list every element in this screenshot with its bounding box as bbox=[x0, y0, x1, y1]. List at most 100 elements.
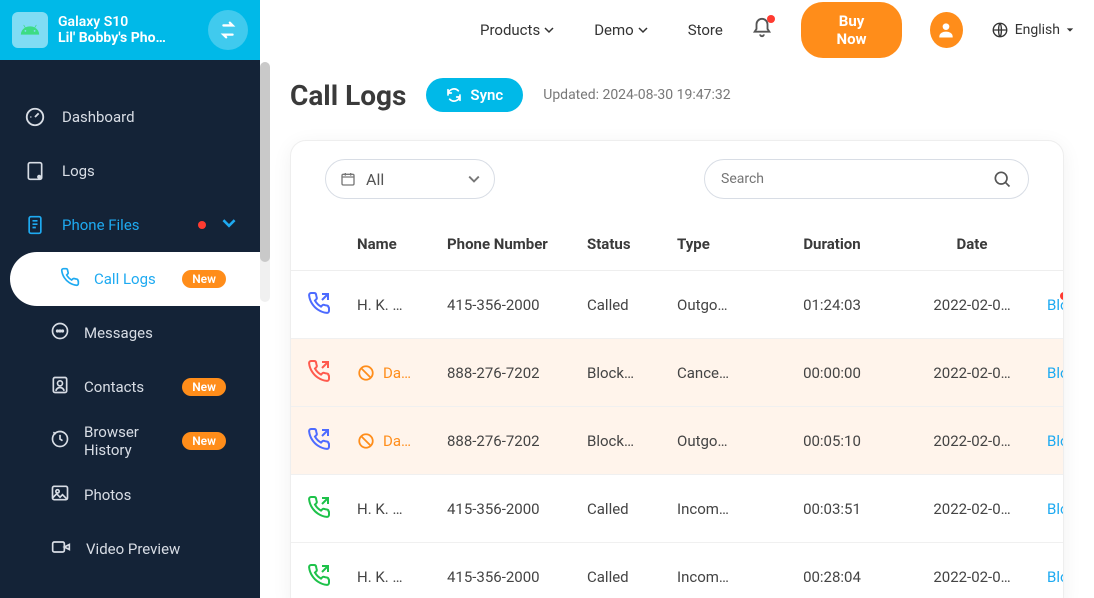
cell-date: 2022-02-0… bbox=[897, 296, 1047, 314]
table-row[interactable]: H. K. …415-356-2000CalledIncom…00:28:042… bbox=[291, 543, 1063, 598]
android-icon bbox=[12, 12, 48, 48]
sidebar-sub-video-preview[interactable]: Video Preview bbox=[0, 522, 260, 576]
notification-dot bbox=[767, 15, 775, 23]
top-bar: Products Demo Store Buy Now English bbox=[260, 0, 1094, 60]
sidebar-sub-photos[interactable]: Photos bbox=[0, 468, 260, 522]
cell-type: Cance… bbox=[677, 364, 767, 382]
photos-icon bbox=[50, 483, 70, 507]
dashboard-icon bbox=[24, 106, 46, 128]
call-type-icon bbox=[307, 563, 357, 591]
nav-demo[interactable]: Demo bbox=[594, 21, 648, 39]
sidebar: Dashboard Logs Phone Files Call LogsNewM… bbox=[0, 60, 260, 598]
cell-name: H. K. … bbox=[357, 296, 447, 314]
col-type: Type bbox=[677, 235, 767, 253]
cell-type: Outgo… bbox=[677, 296, 767, 314]
sidebar-item-logs[interactable]: Logs bbox=[0, 144, 260, 198]
cell-phone: 415-356-2000 bbox=[447, 500, 587, 518]
sync-label: Sync bbox=[470, 86, 503, 104]
cell-phone: 888-276-7202 bbox=[447, 432, 587, 450]
scrollbar[interactable] bbox=[260, 62, 270, 302]
block-link[interactable]: Block bbox=[1047, 432, 1064, 450]
search-box[interactable] bbox=[704, 159, 1029, 199]
cell-phone: 415-356-2000 bbox=[447, 296, 587, 314]
block-link[interactable]: Block bbox=[1047, 568, 1064, 586]
table-header: Name Phone Number Status Type Duration D… bbox=[291, 217, 1063, 271]
video-preview-icon bbox=[50, 537, 72, 561]
call-type-icon bbox=[307, 427, 357, 455]
cell-type: Outgo… bbox=[677, 432, 767, 450]
sidebar-sub-call-logs[interactable]: Call LogsNew bbox=[10, 252, 260, 306]
new-badge: New bbox=[182, 378, 226, 396]
cell-type: Incom… bbox=[677, 568, 767, 586]
language-selector[interactable]: English bbox=[991, 21, 1074, 39]
call-type-icon bbox=[307, 359, 357, 387]
nav-store-label: Store bbox=[688, 21, 723, 39]
cell-duration: 00:03:51 bbox=[767, 500, 897, 518]
logs-icon bbox=[24, 161, 46, 181]
device-model: Galaxy S10 bbox=[58, 14, 198, 30]
device-info: Galaxy S10 Lil' Bobby's Pho… bbox=[58, 14, 198, 46]
block-link[interactable]: Block bbox=[1047, 296, 1064, 314]
search-input[interactable] bbox=[721, 171, 982, 187]
cell-duration: 00:05:10 bbox=[767, 432, 897, 450]
messages-icon bbox=[50, 321, 70, 345]
phone-files-icon bbox=[24, 214, 46, 236]
cell-name: H. K. … bbox=[357, 500, 447, 518]
sub-item-label: Contacts bbox=[84, 378, 144, 396]
sidebar-sub-contacts[interactable]: Contacts New bbox=[0, 360, 260, 414]
call-type-icon bbox=[307, 495, 357, 523]
sidebar-sub-messages[interactable]: Messages bbox=[0, 306, 260, 360]
call-type-icon bbox=[307, 291, 357, 319]
switch-device-button[interactable] bbox=[208, 10, 248, 50]
cell-duration: 00:28:04 bbox=[767, 568, 897, 586]
col-phone: Phone Number bbox=[447, 235, 587, 253]
sidebar-phone-files-label: Phone Files bbox=[62, 216, 140, 234]
buy-now-button[interactable]: Buy Now bbox=[801, 2, 902, 58]
sidebar-item-phone-files[interactable]: Phone Files bbox=[0, 198, 260, 252]
cell-phone: 888-276-7202 bbox=[447, 364, 587, 382]
call-logs-icon bbox=[60, 267, 80, 291]
col-duration: Duration bbox=[767, 235, 897, 253]
language-label: English bbox=[1015, 22, 1060, 38]
filter-label: All bbox=[366, 170, 458, 189]
main-content: Call Logs Sync Updated: 2024-08-30 19:47… bbox=[260, 60, 1094, 598]
sidebar-sub-browser-history[interactable]: Browser HistoryNew bbox=[0, 414, 260, 468]
table-row[interactable]: Da…888-276-7202Block…Cance…00:00:002022-… bbox=[291, 339, 1063, 407]
col-status: Status bbox=[587, 235, 677, 253]
nav-products[interactable]: Products bbox=[480, 21, 554, 39]
filter-bar: All bbox=[291, 141, 1063, 217]
contacts-icon bbox=[50, 375, 70, 399]
device-name: Lil' Bobby's Pho… bbox=[58, 30, 198, 46]
col-date: Date bbox=[897, 235, 1047, 253]
table-row[interactable]: Da…888-276-7202Block…Outgo…00:05:102022-… bbox=[291, 407, 1063, 475]
sidebar-item-dashboard[interactable]: Dashboard bbox=[0, 90, 260, 144]
cell-date: 2022-02-0… bbox=[897, 364, 1047, 382]
cell-name: H. K. … bbox=[357, 568, 447, 586]
col-name: Name bbox=[357, 235, 447, 253]
cell-phone: 415-356-2000 bbox=[447, 568, 587, 586]
nav-products-label: Products bbox=[480, 21, 540, 39]
top-nav: Products Demo Store bbox=[480, 21, 723, 39]
cell-duration: 00:00:00 bbox=[767, 364, 897, 382]
scrollbar-thumb[interactable] bbox=[260, 62, 270, 262]
updated-timestamp: Updated: 2024-08-30 19:47:32 bbox=[543, 87, 730, 103]
block-link[interactable]: Block bbox=[1047, 364, 1064, 382]
cell-date: 2022-02-0… bbox=[897, 500, 1047, 518]
cell-status: Block… bbox=[587, 364, 677, 382]
chevron-down-icon bbox=[468, 173, 480, 185]
user-avatar[interactable] bbox=[930, 12, 962, 48]
cell-status: Called bbox=[587, 568, 677, 586]
alert-dot bbox=[1060, 292, 1064, 300]
sync-button[interactable]: Sync bbox=[426, 78, 523, 112]
sidebar-dashboard-label: Dashboard bbox=[62, 108, 135, 126]
calendar-icon bbox=[340, 171, 356, 187]
filter-dropdown[interactable]: All bbox=[325, 159, 495, 199]
cell-date: 2022-02-0… bbox=[897, 432, 1047, 450]
nav-store[interactable]: Store bbox=[688, 21, 723, 39]
notifications-icon[interactable] bbox=[751, 17, 773, 43]
table-row[interactable]: H. K. …415-356-2000CalledIncom…00:03:512… bbox=[291, 475, 1063, 543]
block-link[interactable]: Block bbox=[1047, 500, 1064, 518]
table-row[interactable]: H. K. …415-356-2000CalledOutgo…01:24:032… bbox=[291, 271, 1063, 339]
sub-item-label: Photos bbox=[84, 486, 131, 504]
new-badge: New bbox=[182, 432, 226, 450]
